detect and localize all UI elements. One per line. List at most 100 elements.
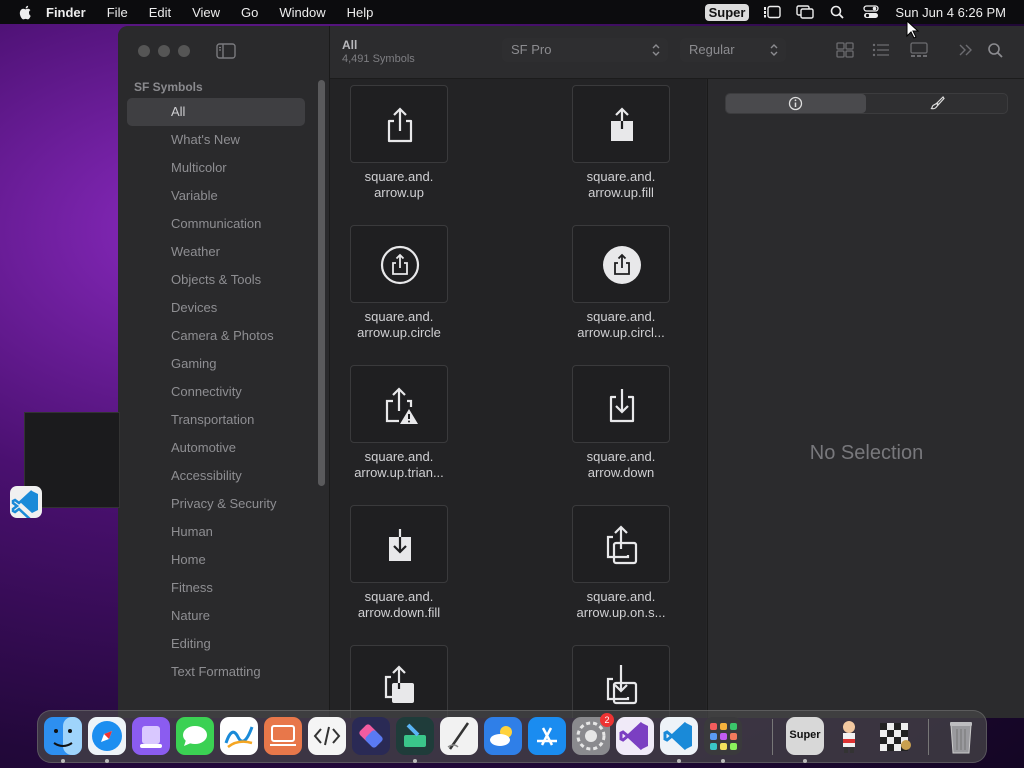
- symbol-cell[interactable]: square.and. arrow.down.fill: [330, 499, 490, 629]
- control-center-icon[interactable]: [862, 5, 880, 19]
- sidebar-scrollbar[interactable]: [318, 80, 325, 486]
- grid-view-icon[interactable]: [836, 42, 854, 58]
- sidebar-item-text-formatting[interactable]: Text Formatting: [127, 658, 305, 686]
- symbol-cell[interactable]: square.and. arrow.up.circl...: [552, 219, 706, 349]
- dock-hyperplan-icon[interactable]: [132, 717, 170, 755]
- chevron-double-right-icon[interactable]: [956, 42, 974, 58]
- sidebar-item-communication[interactable]: Communication: [127, 210, 305, 238]
- menu-file[interactable]: File: [107, 5, 128, 20]
- sidebar-item-weather[interactable]: Weather: [127, 238, 305, 266]
- symbol-cell[interactable]: square.and. arrow.down: [552, 359, 706, 489]
- dock-shortcuts-icon[interactable]: [352, 717, 390, 755]
- sidebar-item-objects-tools[interactable]: Objects & Tools: [127, 266, 305, 294]
- zoom-window-button[interactable]: [178, 45, 190, 57]
- symbol-cell[interactable]: square.and. arrow.up.on.s...: [552, 499, 706, 629]
- sidebar-item-accessibility[interactable]: Accessibility: [127, 462, 305, 490]
- symbol-tile[interactable]: [350, 225, 448, 303]
- dock-safari-icon[interactable]: [88, 717, 126, 755]
- dock-freeform-icon[interactable]: [220, 717, 258, 755]
- spotlight-search-icon[interactable]: [829, 5, 847, 19]
- symbol-cell[interactable]: square.and. arrow.up.fill: [552, 79, 706, 209]
- minimize-window-button[interactable]: [158, 45, 170, 57]
- sidebar-item-devices[interactable]: Devices: [127, 294, 305, 322]
- symbol-tile[interactable]: [350, 85, 448, 163]
- sidebar-item-multicolor[interactable]: Multicolor: [127, 154, 305, 182]
- dock-character-icon[interactable]: [830, 717, 868, 755]
- symbol-tile[interactable]: [572, 85, 670, 163]
- weight-popup[interactable]: Regular: [680, 38, 786, 62]
- sidebar-item-human[interactable]: Human: [127, 518, 305, 546]
- dock-system-settings-icon[interactable]: 2: [572, 713, 614, 755]
- sidebar-item-camera-photos[interactable]: Camera & Photos: [127, 322, 305, 350]
- dock-super-app-icon[interactable]: Super: [786, 717, 824, 755]
- screen-mirroring-icon[interactable]: [796, 5, 815, 19]
- menu-go[interactable]: Go: [241, 5, 258, 20]
- symbol-tile[interactable]: [572, 645, 670, 718]
- sidebar-toggle-icon[interactable]: [216, 43, 236, 59]
- symbol-cell[interactable]: square.and. arrow.up: [330, 79, 490, 209]
- symbol-tile[interactable]: [572, 225, 670, 303]
- font-popup[interactable]: SF Pro: [502, 38, 668, 62]
- square-arrow-down-fill-icon: [389, 529, 411, 561]
- gallery-view-icon[interactable]: [910, 42, 928, 58]
- super-status-item[interactable]: Super: [704, 3, 750, 21]
- sidebar-item-fitness[interactable]: Fitness: [127, 574, 305, 602]
- sidebar-item-variable[interactable]: Variable: [127, 182, 305, 210]
- symbol-cell[interactable]: [330, 639, 490, 718]
- collection-title: All: [342, 38, 358, 52]
- sidebar-item-editing[interactable]: Editing: [127, 630, 305, 658]
- inspector-segmented-control[interactable]: [725, 93, 1008, 114]
- dock-presenter-icon[interactable]: [264, 717, 302, 755]
- sidebar-item-gaming[interactable]: Gaming: [127, 350, 305, 378]
- dock-finder-icon[interactable]: [44, 717, 82, 755]
- list-view-icon[interactable]: [872, 42, 890, 58]
- sidebar-item-all[interactable]: All: [127, 98, 305, 126]
- menu-view[interactable]: View: [192, 5, 220, 20]
- sf-symbols-window: SF Symbols All What's New Multicolor Var…: [118, 26, 1024, 718]
- symbol-tile[interactable]: [350, 365, 448, 443]
- symbol-cell[interactable]: [552, 639, 706, 718]
- menu-edit[interactable]: Edit: [149, 5, 171, 20]
- sidebar-item-transportation[interactable]: Transportation: [127, 406, 305, 434]
- sidebar-item-home[interactable]: Home: [127, 546, 305, 574]
- dock-trash-icon[interactable]: [942, 717, 980, 755]
- dock-chess-icon[interactable]: [876, 717, 914, 755]
- menu-help[interactable]: Help: [347, 5, 374, 20]
- symbol-cell[interactable]: square.and. arrow.up.trian...: [330, 359, 490, 489]
- sidebar-item-privacy-security[interactable]: Privacy & Security: [127, 490, 305, 518]
- search-icon[interactable]: [987, 42, 1005, 58]
- sidebar-item-connectivity[interactable]: Connectivity: [127, 378, 305, 406]
- symbol-tile[interactable]: [572, 365, 670, 443]
- dock-visual-studio-icon[interactable]: [616, 717, 654, 755]
- running-indicator: [721, 759, 725, 763]
- dock-messages-icon[interactable]: [176, 717, 214, 755]
- menu-window[interactable]: Window: [279, 5, 325, 20]
- running-indicator: [677, 759, 681, 763]
- running-indicator: [803, 759, 807, 763]
- dock-code-editor-icon[interactable]: [308, 717, 346, 755]
- menu-finder[interactable]: Finder: [46, 5, 86, 20]
- dock-weather-icon[interactable]: [484, 717, 522, 755]
- dock-xcode-tool-icon[interactable]: [396, 717, 434, 755]
- symbol-tile[interactable]: [350, 645, 448, 718]
- vscode-app-icon[interactable]: [10, 486, 42, 522]
- symbol-name: square.and. arrow.up.circle: [357, 309, 441, 340]
- dock-script-editor-icon[interactable]: [440, 717, 478, 755]
- inspector-panel: No Selection: [707, 79, 1024, 718]
- sidebar-item-whats-new[interactable]: What's New: [127, 126, 305, 154]
- paintbrush-icon[interactable]: [930, 96, 945, 111]
- dock-vscode-icon[interactable]: [660, 717, 698, 755]
- apple-logo-icon[interactable]: [18, 4, 34, 20]
- font-popup-value: SF Pro: [511, 42, 552, 57]
- symbol-cell[interactable]: square.and. arrow.up.circle: [330, 219, 490, 349]
- dock-app-store-icon[interactable]: [528, 717, 566, 755]
- dock-launchpad-icon[interactable]: [704, 717, 742, 755]
- sidebar-item-automotive[interactable]: Automotive: [127, 434, 305, 462]
- close-window-button[interactable]: [138, 45, 150, 57]
- menu-clock[interactable]: Sun Jun 4 6:26 PM: [895, 5, 1006, 20]
- stage-manager-icon[interactable]: [763, 5, 782, 19]
- symbol-tile[interactable]: [572, 505, 670, 583]
- symbol-tile[interactable]: [350, 505, 448, 583]
- sidebar-item-nature[interactable]: Nature: [127, 602, 305, 630]
- sidebar-section-title: SF Symbols: [134, 80, 203, 94]
